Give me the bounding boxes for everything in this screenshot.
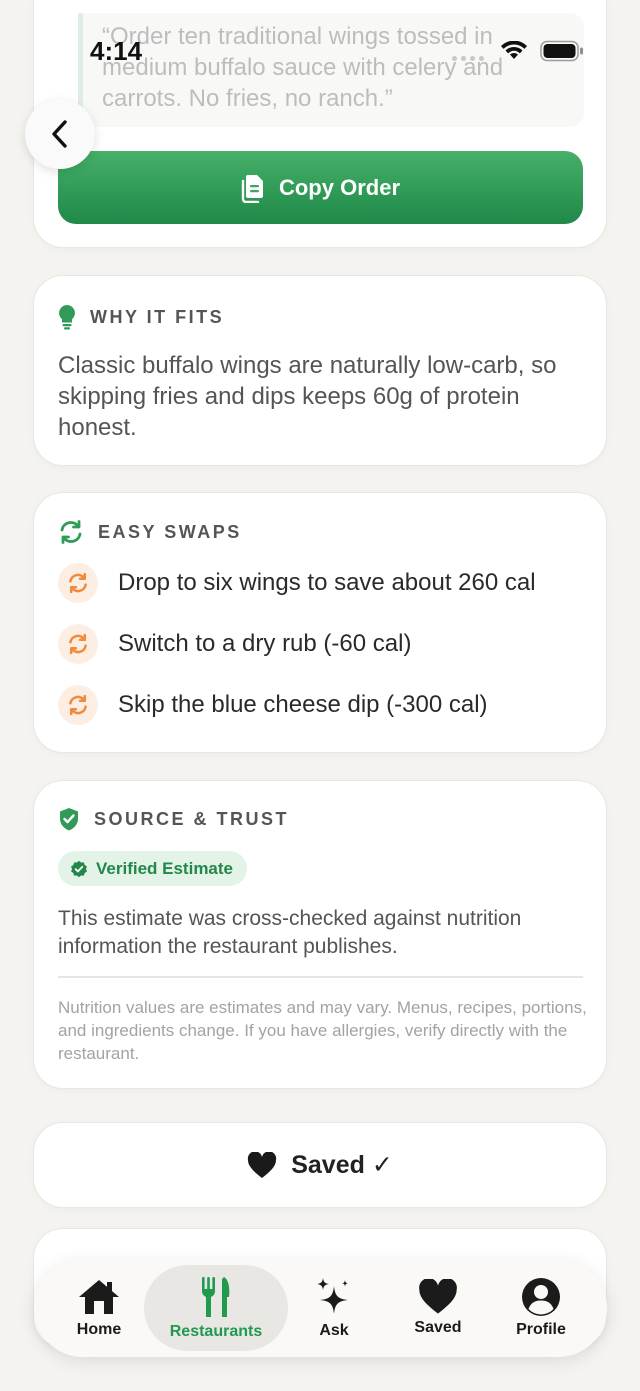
tab-profile-label: Profile xyxy=(516,1321,566,1338)
copy-order-label: Copy Order xyxy=(278,174,401,200)
swaps-header: EASY SWAPS xyxy=(58,519,242,545)
swap-arrows-icon xyxy=(58,685,98,725)
wifi-icon xyxy=(501,41,527,59)
swaps-title: EASY SWAPS xyxy=(98,521,242,542)
verified-check-icon xyxy=(71,860,87,877)
verified-badge: Verified Estimate xyxy=(58,851,248,886)
source-title: SOURCE & TRUST xyxy=(94,808,290,829)
chevron-left-icon xyxy=(52,120,67,148)
why-it-fits-card: WHY IT FITS Classic buffalo wings are na… xyxy=(33,275,607,466)
swap-arrows-icon xyxy=(58,624,98,664)
why-header: WHY IT FITS xyxy=(58,304,224,330)
swap-item: Drop to six wings to save about 260 cal xyxy=(58,563,536,603)
back-button[interactable] xyxy=(25,99,95,169)
swap-text: Switch to a dry rub (-60 cal) xyxy=(118,630,412,657)
swap-item: Switch to a dry rub (-60 cal) xyxy=(58,624,411,664)
status-bar: 4:14 xyxy=(0,0,640,100)
nutrition-disclaimer: Nutrition values are estimates and may v… xyxy=(58,998,587,1063)
refresh-arrows-icon xyxy=(60,520,82,544)
swap-item: Skip the blue cheese dip (-300 cal) xyxy=(58,685,488,725)
tab-saved[interactable]: Saved xyxy=(394,1259,482,1357)
sparkles-icon xyxy=(317,1278,348,1314)
status-time: 4:14 xyxy=(90,36,143,66)
tab-restaurants[interactable]: Restaurants xyxy=(144,1259,288,1357)
copy-order-button[interactable]: Copy Order xyxy=(58,151,583,224)
tab-saved-label: Saved xyxy=(414,1319,462,1336)
verified-badge-label: Verified Estimate xyxy=(96,858,234,878)
house-icon xyxy=(79,1280,119,1314)
tab-ask[interactable]: Ask xyxy=(292,1259,376,1357)
saved-button-label: Saved ✓ xyxy=(291,1151,393,1179)
heart-icon xyxy=(248,1151,277,1178)
copy-document-icon xyxy=(241,174,263,203)
easy-swaps-card: EASY SWAPS Drop to six wings to save abo… xyxy=(33,492,607,753)
tab-bar: Home Restaurants Ask Saved Profile xyxy=(34,1259,607,1357)
divider xyxy=(58,976,583,978)
source-header: SOURCE & TRUST xyxy=(58,807,289,831)
tab-home[interactable]: Home xyxy=(56,1259,142,1357)
heart-icon xyxy=(419,1279,457,1314)
tab-profile[interactable]: Profile xyxy=(500,1259,582,1357)
shield-check-icon xyxy=(60,808,78,831)
saved-button[interactable]: Saved ✓ xyxy=(33,1122,607,1208)
swap-text: Drop to six wings to save about 260 cal xyxy=(118,569,536,596)
tab-ask-label: Ask xyxy=(319,1322,349,1339)
why-text: Classic buffalo wings are naturally low-… xyxy=(58,352,557,441)
why-title: WHY IT FITS xyxy=(90,306,225,327)
tab-restaurants-label: Restaurants xyxy=(169,1323,263,1340)
source-trust-card: SOURCE & TRUST Verified Estimate This es… xyxy=(33,780,607,1089)
battery-icon xyxy=(540,40,583,62)
swap-arrows-icon xyxy=(58,563,98,603)
swap-text: Skip the blue cheese dip (-300 cal) xyxy=(118,691,488,718)
lightbulb-icon xyxy=(59,305,75,330)
tab-home-label: Home xyxy=(76,1321,122,1338)
source-description: This estimate was cross-checked against … xyxy=(58,907,522,958)
fork-knife-icon xyxy=(202,1277,230,1317)
person-circle-icon xyxy=(522,1278,560,1316)
signal-icon xyxy=(452,56,484,61)
